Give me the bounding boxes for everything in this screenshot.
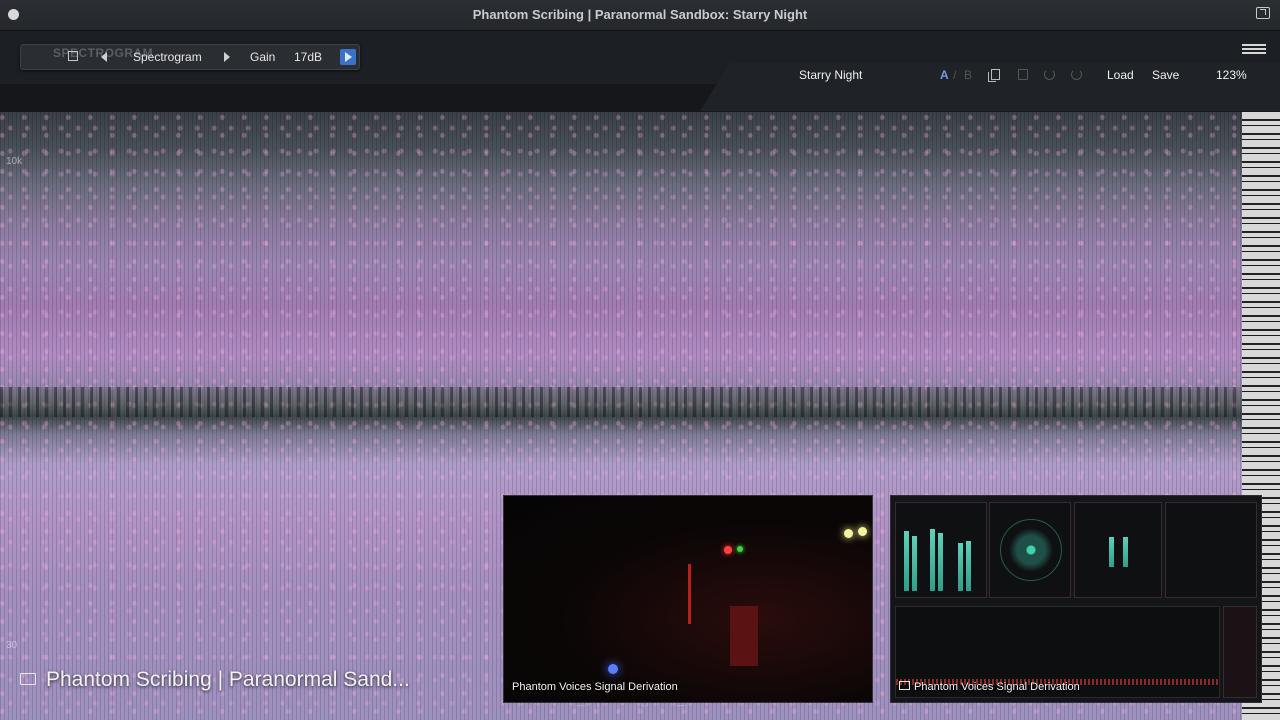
redo-icon[interactable] [1071, 69, 1082, 80]
load-button[interactable]: Load [1107, 68, 1134, 82]
freq-label-bottom: 30 [6, 640, 18, 651]
green-light [737, 546, 743, 552]
ab-b-button[interactable]: B [964, 68, 972, 82]
prev-icon[interactable] [101, 52, 107, 62]
red-light [724, 546, 732, 554]
blue-light [608, 664, 618, 674]
screen-icon [20, 673, 36, 685]
gain-value[interactable]: 17dB [294, 50, 322, 64]
red-stripe [688, 564, 691, 624]
freq-label-top: 10k [6, 156, 23, 167]
camera-tile[interactable]: Phantom Voices Signal Derivation [503, 495, 873, 703]
save-button[interactable]: Save [1152, 68, 1179, 82]
play-icon[interactable] [340, 49, 356, 65]
menu-icon[interactable] [1242, 44, 1266, 54]
header-right-band [700, 63, 1280, 111]
camera-tile-label: Phantom Voices Signal Derivation [512, 681, 678, 693]
screen-share-caption-text: Phantom Scribing | Paranormal Sand... [46, 668, 410, 691]
correlation-panel [1074, 502, 1162, 598]
mode-selector[interactable]: Spectrogram [133, 50, 202, 64]
side-controls [1223, 606, 1257, 698]
screen-share-caption: Phantom Scribing | Paranormal Sand... [20, 668, 410, 692]
ab-a-button[interactable]: A [940, 68, 949, 82]
yellow-light-left [844, 529, 853, 538]
preset-name[interactable]: Starry Night [799, 68, 862, 82]
copy-icon[interactable] [988, 69, 1000, 82]
zoom-level[interactable]: 123% [1216, 68, 1247, 82]
gain-label: Gain [250, 50, 276, 64]
top-toolbar: SPECTROGRAM Spectrogram Gain 17dB [20, 44, 360, 70]
level-meter-panel [895, 502, 987, 598]
red-device [730, 606, 758, 666]
popout-icon[interactable] [1256, 7, 1270, 19]
crop-icon[interactable] [68, 51, 78, 61]
window-titlebar: Phantom Scribing | Paranormal Sandbox: S… [0, 0, 1280, 31]
undo-icon[interactable] [1044, 69, 1055, 80]
plugin-header: SPECTROGRAM Spectrogram Gain 17dB Starry… [0, 31, 1280, 111]
meters-tile-label: Phantom Voices Signal Derivation [899, 681, 1080, 693]
vectorscope-panel [989, 502, 1071, 598]
yellow-light-right [858, 527, 867, 536]
window-title: Phantom Scribing | Paranormal Sandbox: S… [472, 7, 808, 22]
screen-icon [899, 681, 910, 690]
stereo-panel [1165, 502, 1257, 598]
meters-tile[interactable]: Phantom Voices Signal Derivation [890, 495, 1262, 703]
paste-icon[interactable] [1018, 69, 1028, 80]
ab-separator: / [953, 68, 957, 82]
meters-tile-label-text: Phantom Voices Signal Derivation [914, 681, 1080, 693]
next-icon[interactable] [224, 52, 230, 62]
